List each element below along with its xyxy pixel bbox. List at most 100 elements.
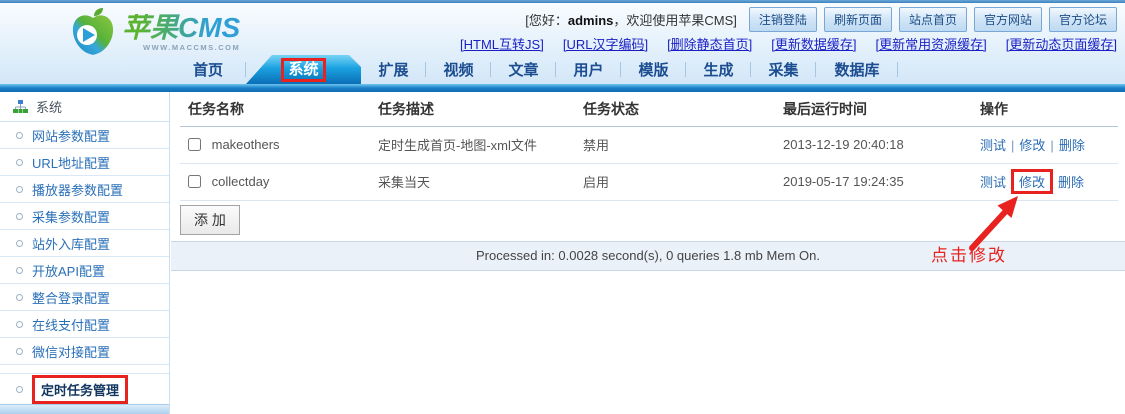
logo-text: 苹果CMS WWW.MACCMS.COM — [122, 14, 240, 52]
task-name-cell: makeothers — [180, 126, 370, 163]
column-header-task-desc: 任务描述 — [370, 92, 575, 126]
sidebar-item-label: 采集参数配置 — [32, 207, 110, 226]
site-home-button[interactable]: 站点首页 — [899, 7, 967, 32]
task-name-cell: collectday — [180, 163, 370, 200]
status-badge: 启用 — [575, 163, 775, 200]
sidebar-item-online-payment[interactable]: 在线支付配置 — [0, 311, 169, 338]
sidebar-group-title: 系统 — [36, 97, 62, 116]
tab-database[interactable]: 数据库 — [816, 55, 898, 84]
official-site-button[interactable]: 官方网站 — [974, 7, 1042, 32]
test-link[interactable]: 测试 — [980, 138, 1006, 153]
edit-link[interactable]: 修改 — [1019, 138, 1045, 153]
logo[interactable]: 苹果CMS WWW.MACCMS.COM — [70, 8, 240, 58]
tab-template[interactable]: 模版 — [621, 55, 686, 84]
sidebar-item-player-params[interactable]: 播放器参数配置 — [0, 176, 169, 203]
bullet-icon — [16, 348, 23, 355]
sidebar-item-collect-params[interactable]: 采集参数配置 — [0, 203, 169, 230]
row-checkbox[interactable] — [188, 138, 201, 151]
refresh-page-button[interactable]: 刷新页面 — [824, 7, 892, 32]
sidebar-bottom-strip — [0, 404, 169, 414]
row-checkbox[interactable] — [188, 175, 201, 188]
logo-subtitle: WWW.MACCMS.COM — [122, 43, 240, 52]
table-row: makeothers 定时生成首页-地图-xml文件 禁用 2013-12-19… — [180, 126, 1118, 163]
action-separator: | — [1011, 138, 1014, 153]
sidebar-item-external-store[interactable]: 站外入库配置 — [0, 230, 169, 257]
sidebar-item-label: 在线支付配置 — [32, 315, 110, 334]
quick-links-row: [HTML互转JS] [URL汉字编码] [删除静态首页] [更新数据缓存] [… — [460, 34, 1117, 53]
sidebar-item-wechat-connect[interactable]: 微信对接配置 — [0, 338, 169, 365]
admin-page: 苹果CMS WWW.MACCMS.COM [您好：admins，欢迎使用苹果CM… — [0, 0, 1125, 414]
sidebar-item-open-api[interactable]: 开放API配置 — [0, 257, 169, 284]
tab-generate[interactable]: 生成 — [686, 55, 751, 84]
bullet-icon — [16, 267, 23, 274]
link-update-data-cache[interactable]: [更新数据缓存] — [771, 34, 856, 53]
add-button[interactable]: 添 加 — [180, 205, 240, 235]
tab-collect[interactable]: 采集 — [751, 55, 816, 84]
column-header-actions: 操作 — [972, 92, 1118, 126]
link-html-to-js[interactable]: [HTML互转JS] — [460, 34, 544, 53]
link-delete-static-home[interactable]: [删除静态首页] — [667, 34, 752, 53]
task-desc-cell: 采集当天 — [370, 163, 575, 200]
top-border-line — [0, 0, 1125, 3]
sidebar: 系统 网站参数配置 URL地址配置 播放器参数配置 采集参数配置 站外入库配置 … — [0, 92, 170, 414]
link-url-encode[interactable]: [URL汉字编码] — [563, 34, 648, 53]
bullet-icon — [16, 240, 23, 247]
link-update-dynamic-cache[interactable]: [更新动态页面缓存] — [1006, 34, 1117, 53]
sidebar-spacer — [0, 365, 169, 374]
greeting-prefix: [您好： — [525, 13, 568, 28]
official-forum-button[interactable]: 官方论坛 — [1049, 7, 1117, 32]
sidebar-item-label: 微信对接配置 — [32, 342, 110, 361]
task-name: makeothers — [212, 137, 280, 152]
annotation-box-sidebar-item: 定时任务管理 — [32, 375, 128, 404]
sidebar-item-label: 网站参数配置 — [32, 126, 110, 145]
annotation-box-edit-link[interactable]: 修改 — [1011, 169, 1053, 194]
tab-article[interactable]: 文章 — [491, 55, 556, 84]
link-update-resource-cache[interactable]: [更新常用资源缓存] — [876, 34, 987, 53]
greeting-row: [您好：admins，欢迎使用苹果CMS] 注销登陆 刷新页面 站点首页 官方网… — [525, 7, 1117, 32]
delete-link[interactable]: 删除 — [1059, 138, 1085, 153]
greeting-text: [您好：admins，欢迎使用苹果CMS] — [525, 10, 737, 29]
delete-link[interactable]: 删除 — [1058, 175, 1084, 190]
task-table: 任务名称 任务描述 任务状态 最后运行时间 操作 makeothers 定时生成… — [180, 92, 1118, 201]
username: admins — [568, 13, 614, 28]
task-name: collectday — [212, 174, 270, 189]
tab-video[interactable]: 视频 — [426, 55, 491, 84]
tab-system[interactable]: 系统 — [246, 55, 361, 84]
bullet-icon — [16, 159, 23, 166]
table-header-row: 任务名称 任务描述 任务状态 最后运行时间 操作 — [180, 92, 1118, 126]
bullet-icon — [16, 386, 23, 393]
last-run-time: 2013-12-19 20:40:18 — [775, 126, 972, 163]
logo-title: 苹果CMS — [122, 14, 240, 42]
tab-extensions[interactable]: 扩展 — [361, 55, 426, 84]
bullet-icon — [16, 321, 23, 328]
sidebar-item-site-params[interactable]: 网站参数配置 — [0, 122, 169, 149]
nav-bottom-strip — [0, 84, 1125, 92]
annotation-box-system-tab: 系统 — [281, 58, 325, 82]
bullet-icon — [16, 186, 23, 193]
tab-home[interactable]: 首页 — [170, 55, 246, 84]
apple-logo-icon — [70, 8, 116, 58]
bullet-icon — [16, 294, 23, 301]
sitemap-icon — [13, 100, 28, 114]
task-desc-cell: 定时生成首页-地图-xml文件 — [370, 126, 575, 163]
sidebar-item-label: 整合登录配置 — [32, 288, 110, 307]
sidebar-item-scheduled-tasks[interactable]: 定时任务管理 — [0, 374, 169, 404]
sidebar-item-label: 站外入库配置 — [32, 234, 110, 253]
tab-user[interactable]: 用户 — [556, 55, 621, 84]
sidebar-item-label: 开放API配置 — [32, 261, 105, 280]
test-link[interactable]: 测试 — [980, 175, 1006, 190]
sidebar-item-label: URL地址配置 — [32, 153, 110, 172]
actions-cell: 测试修改删除 — [972, 163, 1118, 200]
annotation-click-label: 点击修改 — [931, 241, 1007, 266]
sidebar-item-url-config[interactable]: URL地址配置 — [0, 149, 169, 176]
logout-button[interactable]: 注销登陆 — [749, 7, 817, 32]
sidebar-group-header: 系统 — [0, 92, 169, 122]
sidebar-item-integrated-login[interactable]: 整合登录配置 — [0, 284, 169, 311]
bullet-icon — [16, 132, 23, 139]
greeting-suffix: ，欢迎使用苹果CMS] — [613, 13, 737, 28]
bullet-icon — [16, 213, 23, 220]
action-separator: | — [1050, 138, 1053, 153]
column-header-task-name: 任务名称 — [180, 92, 370, 126]
sidebar-item-label: 播放器参数配置 — [32, 180, 123, 199]
header: 苹果CMS WWW.MACCMS.COM [您好：admins，欢迎使用苹果CM… — [0, 0, 1125, 84]
